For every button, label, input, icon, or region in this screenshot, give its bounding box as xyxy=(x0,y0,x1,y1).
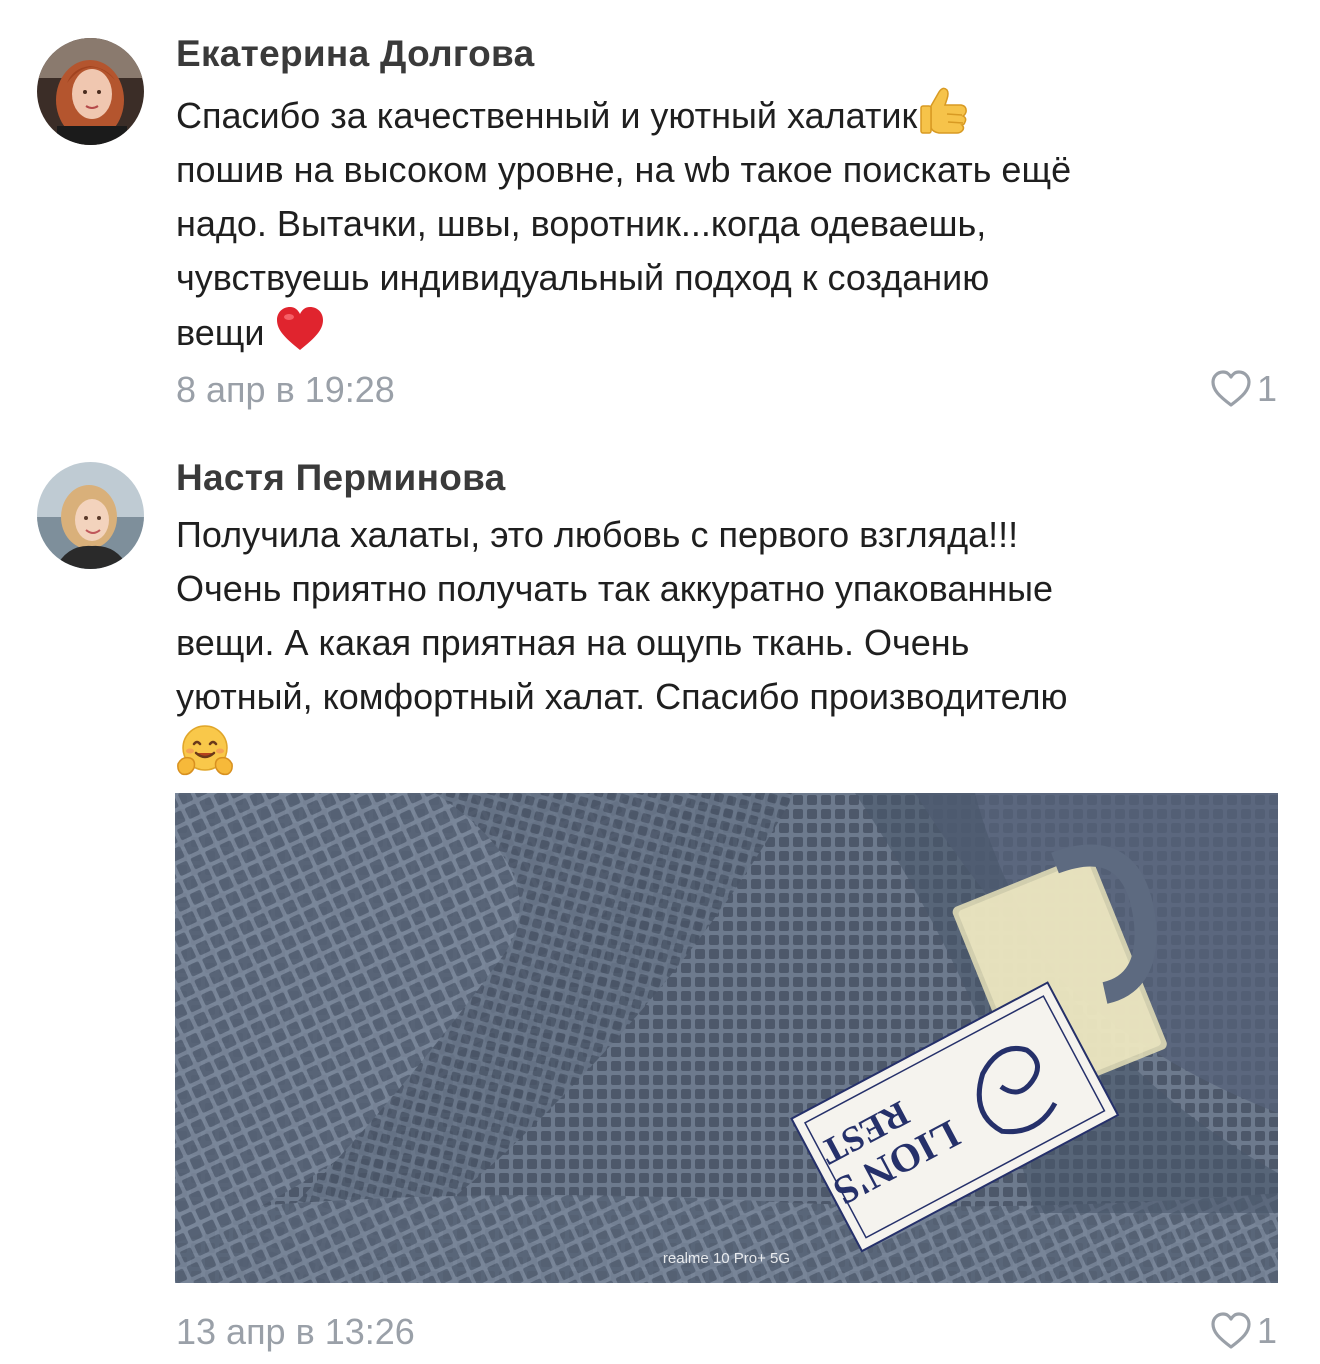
comment-text-line: Получила халаты, это любовь с первого вз… xyxy=(176,514,1019,555)
comment-text-line: чувствуешь индивидуальный подход к созда… xyxy=(176,257,990,298)
comment-text-line: Очень приятно получать так аккуратно упа… xyxy=(176,568,1054,609)
like-count: 1 xyxy=(1256,368,1277,409)
like-button[interactable]: 1 xyxy=(1209,367,1277,411)
comment-text: Получила халаты, это любовь с первого вз… xyxy=(176,508,1286,785)
comment-author[interactable]: Екатерина Долгова xyxy=(176,33,534,75)
attached-photo[interactable]: LION'S REST realme 10 Pro+ 5G xyxy=(175,793,1278,1283)
heart-outline-icon xyxy=(1209,369,1253,409)
avatar[interactable] xyxy=(37,38,144,145)
comment-author[interactable]: Настя Перминова xyxy=(176,457,506,499)
comment-text-line: надо. Вытачки, швы, воротник...когда оде… xyxy=(176,203,987,244)
comment-text-line: вещи xyxy=(176,312,265,353)
comment-text-line: пошив на высоком уровне, на wb такое пои… xyxy=(176,149,1072,190)
comment-date[interactable]: 13 апр в 13:26 xyxy=(176,1311,415,1353)
like-count: 1 xyxy=(1256,1310,1277,1351)
comment-text: Спасибо за качественный и уютный халатик… xyxy=(176,84,1286,360)
comment-date[interactable]: 8 апр в 19:28 xyxy=(176,369,395,411)
photo-image: LION'S REST xyxy=(175,793,1278,1283)
heart-outline-icon xyxy=(1209,1311,1253,1351)
avatar-photo xyxy=(37,462,144,569)
photo-watermark: realme 10 Pro+ 5G xyxy=(662,1250,791,1267)
comment-text-line: Спасибо за качественный и уютный халатик xyxy=(176,95,918,136)
avatar-photo xyxy=(37,38,144,145)
avatar[interactable] xyxy=(37,462,144,569)
comment-text-line: уютный, комфортный халат. Спасибо произв… xyxy=(176,676,1068,717)
thumbs-up-icon xyxy=(917,84,971,136)
like-button[interactable]: 1 xyxy=(1209,1309,1277,1353)
hugging-face-icon xyxy=(176,724,234,778)
comment-text-line: вещи. А какая приятная на ощупь ткань. О… xyxy=(176,622,970,663)
red-heart-icon xyxy=(275,305,325,353)
